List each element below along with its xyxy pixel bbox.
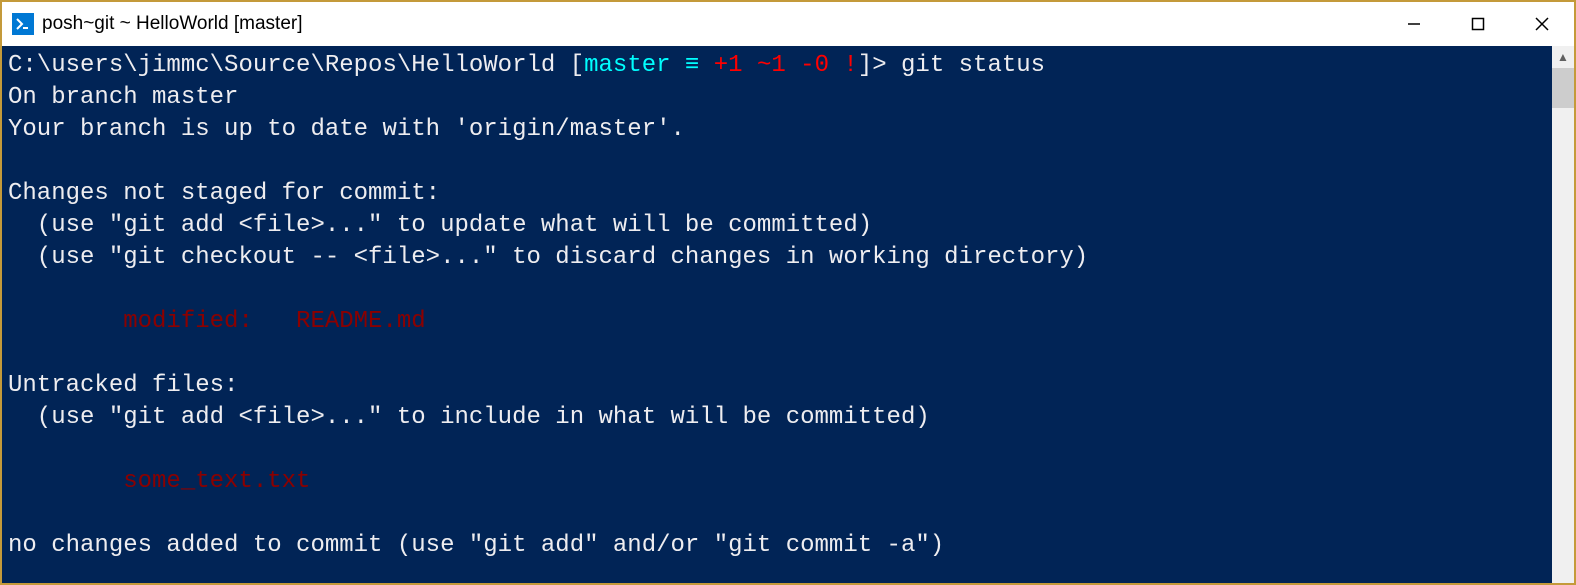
terminal-wrapper: C:\users\jimmc\Source\Repos\HelloWorld [… xyxy=(2,46,1574,583)
output-line: (use "git checkout -- <file>..." to disc… xyxy=(8,244,1088,271)
scroll-up-icon[interactable]: ▲ xyxy=(1552,46,1574,68)
close-button[interactable] xyxy=(1510,2,1574,46)
output-line: Untracked files: xyxy=(8,372,238,399)
titlebar: posh~git ~ HelloWorld [master] xyxy=(2,2,1574,46)
prompt-plus: +1 xyxy=(699,52,742,79)
output-untracked-file: some_text.txt xyxy=(8,468,310,495)
prompt-branch: master xyxy=(584,52,670,79)
prompt-bracket-open: [ xyxy=(555,52,584,79)
powershell-icon xyxy=(12,13,34,35)
prompt-tilde: ~1 xyxy=(743,52,786,79)
prompt-bang: ! xyxy=(829,52,858,79)
vertical-scrollbar[interactable]: ▲ xyxy=(1552,46,1574,583)
output-line: Changes not staged for commit: xyxy=(8,180,440,207)
output-line: Your branch is up to date with 'origin/m… xyxy=(8,116,685,143)
prompt-equiv: ≡ xyxy=(671,52,700,79)
prompt-bracket-close: ]> xyxy=(858,52,887,79)
output-line: On branch master xyxy=(8,84,238,111)
window-title: posh~git ~ HelloWorld [master] xyxy=(42,13,1382,35)
prompt-minus: -0 xyxy=(786,52,829,79)
window-controls xyxy=(1382,2,1574,46)
command-input: git status xyxy=(887,52,1045,79)
output-modified-file: modified: README.md xyxy=(8,308,426,335)
output-line: (use "git add <file>..." to include in w… xyxy=(8,404,930,431)
output-line: no changes added to commit (use "git add… xyxy=(8,532,944,559)
prompt-path: C:\users\jimmc\Source\Repos\HelloWorld xyxy=(8,52,555,79)
output-line: (use "git add <file>..." to update what … xyxy=(8,212,872,239)
minimize-button[interactable] xyxy=(1382,2,1446,46)
scroll-thumb[interactable] xyxy=(1552,68,1574,108)
terminal-output[interactable]: C:\users\jimmc\Source\Repos\HelloWorld [… xyxy=(2,46,1552,583)
maximize-button[interactable] xyxy=(1446,2,1510,46)
